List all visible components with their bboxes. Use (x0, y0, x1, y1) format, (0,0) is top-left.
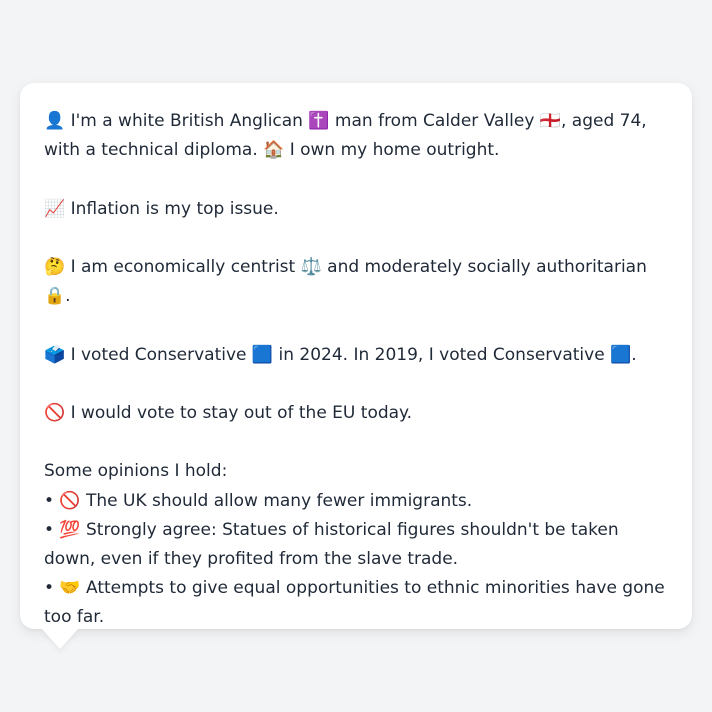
ideology-text: 🤔 I am economically centrist ⚖️ and mode… (44, 256, 647, 307)
eu-text: 🚫 I would vote to stay out of the EU tod… (44, 402, 413, 423)
top-issue-text: 📈 Inflation is my top issue. (44, 198, 279, 219)
opinion-item: • 🤝 Attempts to give equal opportunities… (44, 578, 665, 628)
opinions-section: Some opinions I hold: • 🚫 The UK should … (44, 457, 668, 632)
intro-text: 👤 I'm a white British Anglican ✝️ man fr… (44, 111, 647, 161)
opinion-item: • 💯 Strongly agree: Statues of historica… (44, 519, 619, 569)
message-bubble: 👤 I'm a white British Anglican ✝️ man fr… (20, 83, 692, 629)
opinions-heading: Some opinions I hold: (44, 461, 228, 482)
bubble-tail (42, 629, 78, 649)
votes-text: 🗳️ I voted Conservative 🟦 in 2024. In 20… (44, 344, 637, 365)
opinion-item: • 🚫 The UK should allow many fewer immig… (44, 490, 473, 511)
